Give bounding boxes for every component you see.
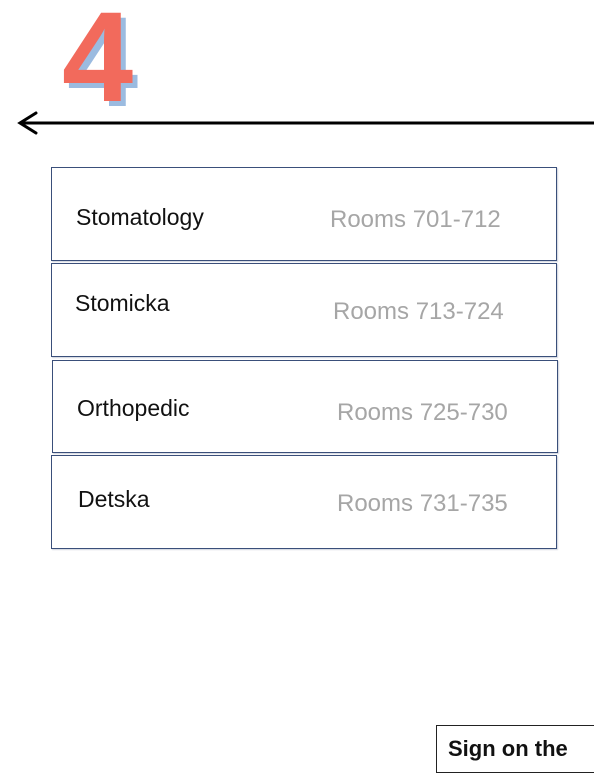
footer-sign: Sign on the — [436, 725, 594, 773]
department-box: Detska Rooms 731-735 — [51, 455, 557, 549]
department-rooms: Rooms 725-730 — [337, 399, 508, 426]
department-name: Orthopedic — [77, 395, 190, 421]
department-name: Stomatology — [76, 204, 204, 230]
floor-number: 4 — [62, 0, 134, 129]
footer-sign-text: Sign on the — [448, 736, 568, 761]
department-box: Orthopedic Rooms 725-730 — [52, 360, 558, 453]
department-box: Stomicka Rooms 713-724 — [51, 263, 557, 357]
department-rooms: Rooms 701-712 — [330, 206, 501, 233]
department-rooms: Rooms 713-724 — [333, 298, 504, 325]
department-name: Detska — [78, 486, 150, 512]
department-rooms: Rooms 731-735 — [337, 490, 508, 517]
department-box: Stomatology Rooms 701-712 — [51, 167, 557, 261]
direction-arrow — [14, 108, 594, 138]
arrow-left-icon — [17, 111, 594, 135]
department-name: Stomicka — [75, 290, 170, 316]
